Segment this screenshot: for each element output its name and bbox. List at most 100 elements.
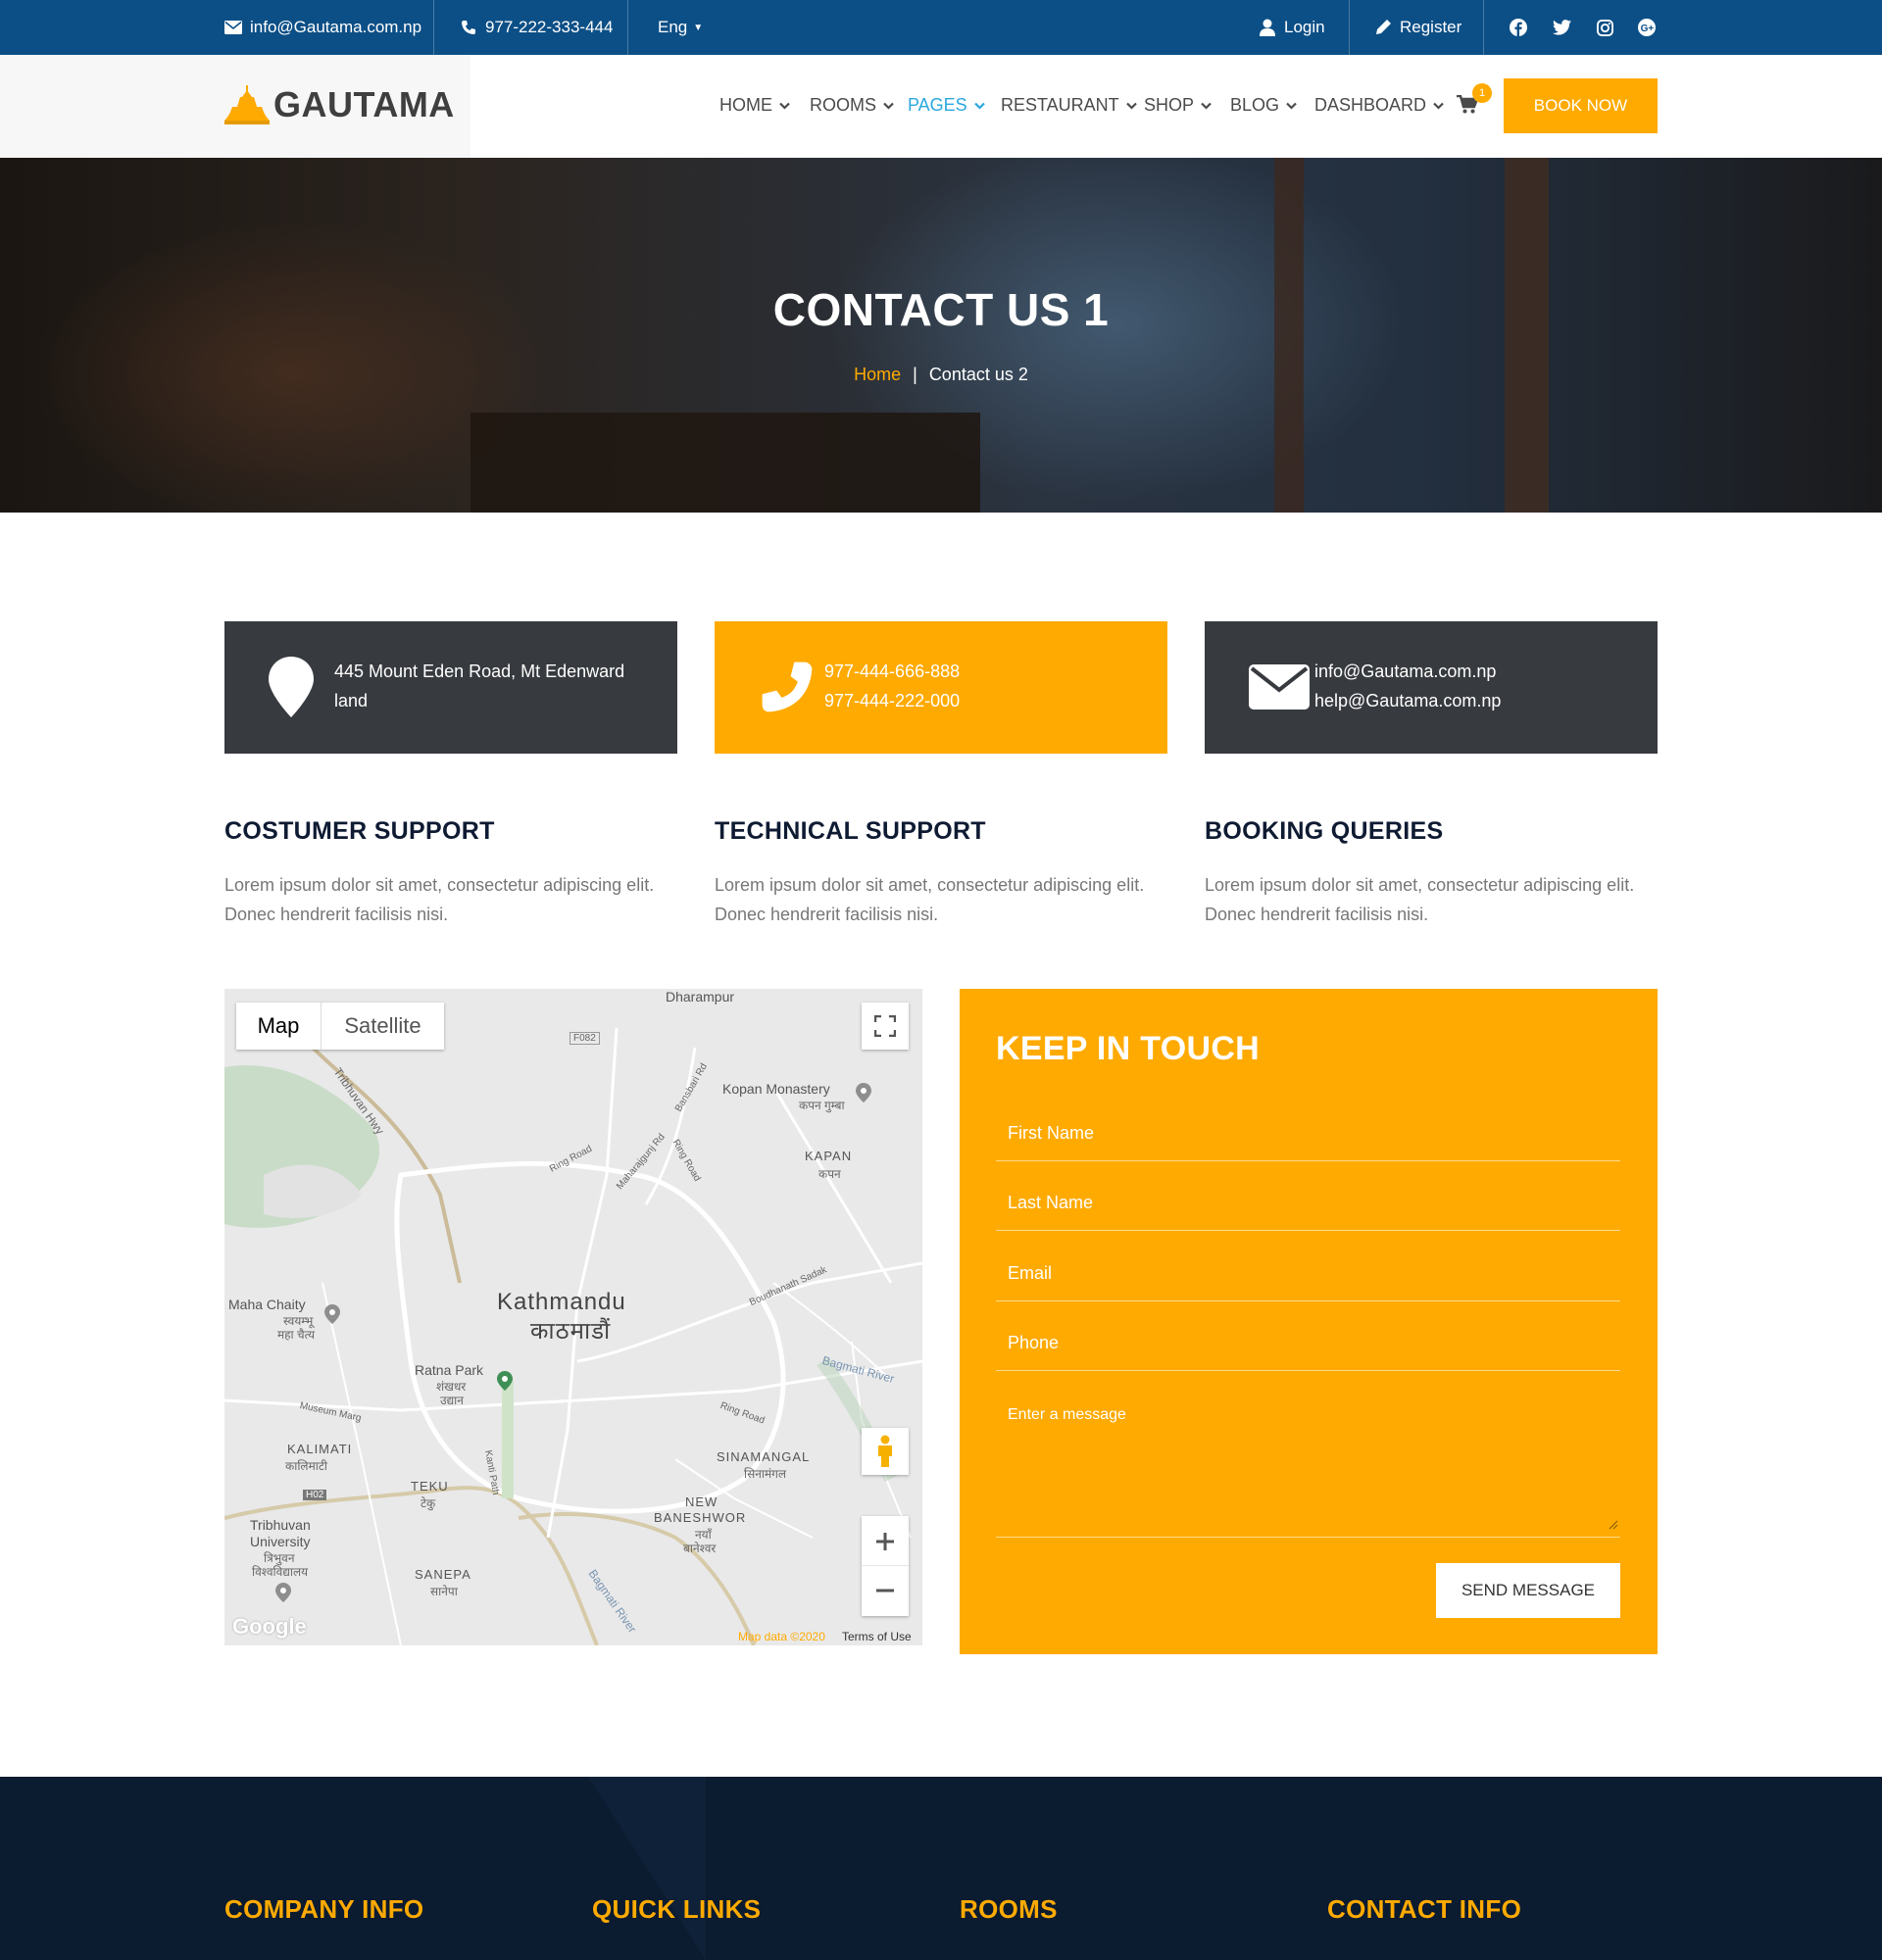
topbar-phone[interactable]: 977-222-333-444 <box>460 0 613 55</box>
topbar-email[interactable]: info@Gautama.com.np <box>224 0 421 55</box>
chevron-down-icon <box>1125 102 1137 110</box>
topbar-divider <box>433 0 434 55</box>
fullscreen-icon[interactable] <box>862 1003 909 1050</box>
booking-queries-title: BOOKING QUERIES <box>1205 817 1444 845</box>
map-pin-icon <box>324 1304 340 1329</box>
map-label: NEW <box>685 1494 718 1509</box>
book-now-button[interactable]: BOOK NOW <box>1504 78 1658 133</box>
chevron-down-icon <box>1201 102 1212 110</box>
chevron-down-icon <box>779 102 790 110</box>
topbar-divider <box>1483 0 1484 55</box>
top-bar: info@Gautama.com.np 977-222-333-444 Eng … <box>0 0 1882 55</box>
terms-of-use-link[interactable]: Terms of Use <box>842 1630 912 1643</box>
last-name-input[interactable] <box>996 1175 1620 1230</box>
customer-support-title: COSTUMER SUPPORT <box>224 817 495 845</box>
street-view-pegman-icon[interactable] <box>862 1428 909 1475</box>
email-input[interactable] <box>996 1246 1620 1300</box>
map-tab-map[interactable]: Map <box>236 1003 322 1050</box>
zoom-controls <box>862 1516 909 1616</box>
login-label: Login <box>1284 18 1325 36</box>
zoom-in-icon[interactable] <box>862 1517 909 1566</box>
footer-rooms-title: ROOMS <box>960 1894 1058 1924</box>
topbar-email-text: info@Gautama.com.np <box>250 18 422 36</box>
map-data-attribution[interactable]: Map data ©2020 <box>738 1630 825 1643</box>
nav-pages-label: PAGES <box>908 95 967 115</box>
map-tab-satellite[interactable]: Satellite <box>322 1003 444 1050</box>
address-line-1: 445 Mount Eden Road, Mt Edenward <box>334 662 625 681</box>
nav-dashboard[interactable]: DASHBOARD <box>1314 95 1444 116</box>
facebook-icon[interactable] <box>1508 17 1529 38</box>
map-label: कालिमाटी <box>285 1459 328 1473</box>
phone-number-1[interactable]: 977-444-666-888 <box>824 657 960 686</box>
map-city-label: Kathmandu <box>497 1289 626 1315</box>
map-label: SINAMANGAL <box>717 1449 811 1464</box>
address-box: 445 Mount Eden Road, Mt Edenward land <box>224 621 677 754</box>
logo-text: GAUTAMA <box>273 84 455 124</box>
page-title: CONTACT US 1 <box>772 284 1110 335</box>
resize-handle-icon[interactable] <box>1609 1517 1618 1535</box>
message-field <box>996 1385 1620 1538</box>
login-link[interactable]: Login <box>1259 0 1325 55</box>
map-road-shield: F082 <box>570 1032 600 1045</box>
technical-support-text: Lorem ipsum dolor sit amet, consectetur … <box>715 875 1145 924</box>
google-map[interactable]: Map Satellite Dharampur F082 Kopan Monas… <box>224 989 922 1645</box>
message-textarea[interactable] <box>996 1385 1620 1537</box>
map-pin-icon <box>856 1083 871 1107</box>
map-label: KAPAN <box>805 1149 853 1163</box>
email-field <box>996 1246 1620 1301</box>
nav-rooms[interactable]: ROOMS <box>810 95 894 116</box>
footer-contact-info-title: CONTACT INFO <box>1327 1894 1522 1924</box>
footer-quick-links-title: QUICK LINKS <box>592 1894 762 1924</box>
phone-number-2[interactable]: 977-444-222-000 <box>824 686 960 715</box>
google-logo[interactable]: Google <box>232 1614 307 1640</box>
phone-icon <box>758 659 817 724</box>
language-label: Eng <box>658 18 688 36</box>
booking-queries-text: Lorem ipsum dolor sit amet, consectetur … <box>1205 875 1635 924</box>
register-label: Register <box>1400 18 1462 36</box>
technical-support-title: TECHNICAL SUPPORT <box>715 817 986 845</box>
map-label: TEKU <box>411 1479 449 1494</box>
email-address-2[interactable]: help@Gautama.com.np <box>1314 686 1501 715</box>
envelope-icon <box>224 19 242 36</box>
first-name-field <box>996 1105 1620 1161</box>
phone-input[interactable] <box>996 1315 1620 1370</box>
nav-shop[interactable]: SHOP <box>1144 95 1212 116</box>
nav-restaurant-label: RESTAURANT <box>1001 95 1119 115</box>
email-address-1[interactable]: info@Gautama.com.np <box>1314 657 1501 686</box>
footer-decoration <box>588 1777 706 1960</box>
envelope-icon <box>1249 664 1310 718</box>
pencil-icon <box>1374 19 1392 36</box>
zoom-out-icon[interactable] <box>862 1566 909 1615</box>
nav-home[interactable]: HOME <box>719 95 790 116</box>
breadcrumb: Home | Contact us 2 <box>0 365 1882 385</box>
map-label: Maha Chaity <box>228 1297 306 1312</box>
chevron-down-icon <box>883 102 894 110</box>
language-selector[interactable]: Eng ▼ <box>658 0 703 55</box>
nav-rooms-label: ROOMS <box>810 95 877 115</box>
breadcrumb-separator: | <box>913 365 917 384</box>
google-plus-icon[interactable]: G+ <box>1636 17 1658 38</box>
twitter-icon[interactable] <box>1551 17 1572 38</box>
contact-form: KEEP IN TOUCH SEND MESSAGE <box>960 989 1658 1654</box>
instagram-icon[interactable] <box>1594 17 1615 38</box>
map-marker-icon <box>269 657 314 726</box>
nav-home-label: HOME <box>719 95 772 115</box>
send-message-button[interactable]: SEND MESSAGE <box>1436 1563 1620 1618</box>
form-title: KEEP IN TOUCH <box>996 1030 1261 1067</box>
register-link[interactable]: Register <box>1374 0 1461 55</box>
nav-shop-label: SHOP <box>1144 95 1195 115</box>
nav-pages[interactable]: PAGES <box>908 95 985 116</box>
phone-field <box>996 1315 1620 1371</box>
map-label: Tribhuvan <box>250 1517 311 1533</box>
hero-decoration <box>470 413 980 513</box>
breadcrumb-current: Contact us 2 <box>928 365 1028 384</box>
logo[interactable]: GAUTAMA <box>224 84 455 125</box>
breadcrumb-home[interactable]: Home <box>854 365 901 385</box>
nav-restaurant[interactable]: RESTAURANT <box>1001 95 1137 116</box>
nav-dashboard-label: DASHBOARD <box>1314 95 1427 115</box>
caret-down-icon: ▼ <box>693 22 704 33</box>
topbar-divider <box>1349 0 1350 55</box>
cart-count-badge: 1 <box>1472 83 1492 103</box>
first-name-input[interactable] <box>996 1105 1620 1160</box>
nav-blog[interactable]: BLOG <box>1230 95 1297 116</box>
